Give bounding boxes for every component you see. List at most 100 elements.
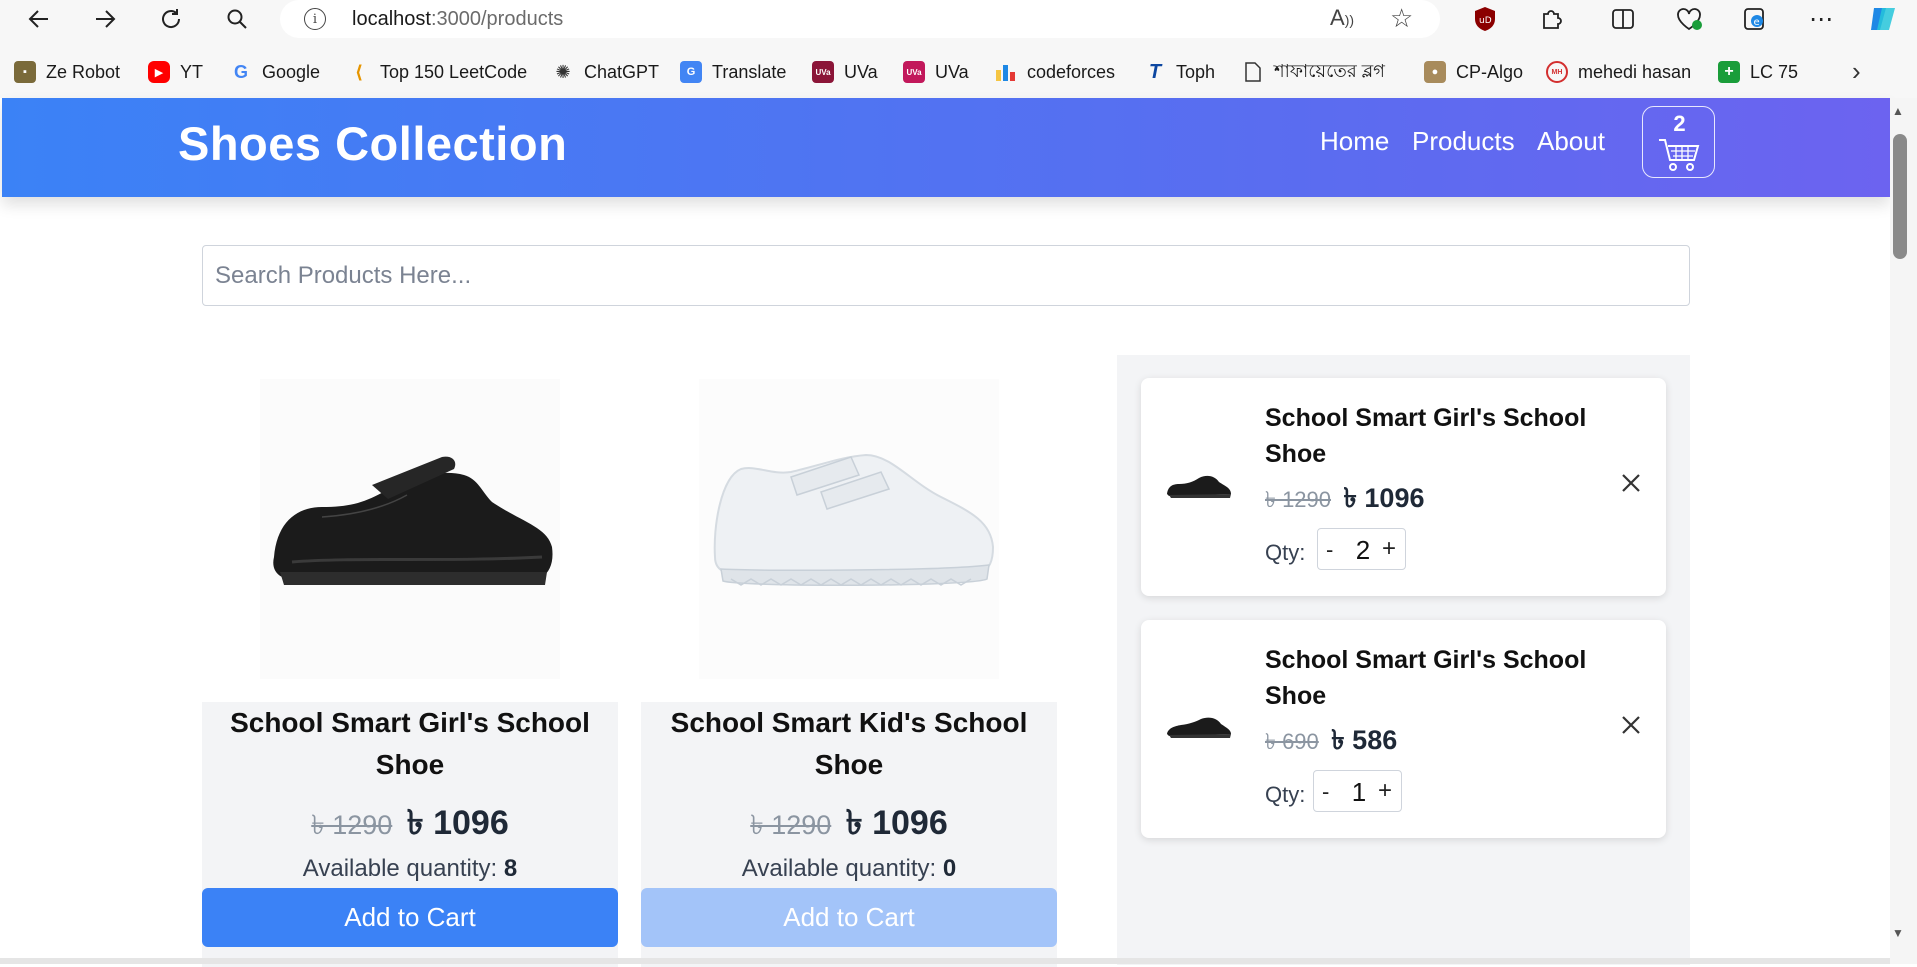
scroll-down-icon[interactable]: ▼ — [1892, 926, 1904, 940]
collections-icon[interactable]: e — [1740, 4, 1770, 34]
url-text[interactable]: localhost:3000/products — [352, 8, 563, 31]
mehedi-icon: MH — [1546, 61, 1568, 83]
page-icon — [1242, 61, 1264, 83]
available-value: 8 — [503, 855, 518, 882]
bookmark-lc-75[interactable]: + LC 75 — [1718, 60, 1798, 84]
product-title[interactable]: School Smart Girl's School Shoe — [212, 702, 608, 786]
add-to-cart-button[interactable]: Add to Cart — [202, 888, 618, 947]
cart-button[interactable]: 2 — [1642, 106, 1715, 178]
shopping-cart-icon — [1659, 139, 1700, 171]
bookmark-ze-robot[interactable]: ▪ Ze Robot — [14, 60, 120, 84]
search-icon[interactable] — [222, 4, 252, 34]
product-card: School Smart Girl's School Shoe ৳ 1290 ৳… — [202, 357, 618, 967]
cp-algo-icon: ● — [1424, 61, 1446, 83]
google-icon: G — [233, 61, 248, 82]
ublock-icon[interactable]: uD — [1470, 4, 1500, 34]
cart-item: School Smart Girl's School Shoe ৳ 690 ৳ … — [1141, 620, 1666, 838]
bookmark-mehedi-hasan[interactable]: MH mehedi hasan — [1546, 60, 1691, 84]
white-shoe-image — [699, 379, 999, 679]
back-icon[interactable] — [24, 4, 54, 34]
nav-about[interactable]: About — [1537, 126, 1605, 157]
url-path: :3000/products — [430, 8, 564, 30]
decrease-qty-button[interactable]: - — [1326, 537, 1333, 563]
favorite-star-icon[interactable]: ☆ — [1390, 3, 1413, 34]
bookmark-label: CP-Algo — [1456, 61, 1524, 82]
bookmark-label: UVa — [844, 61, 878, 82]
browser-essentials-icon[interactable] — [1674, 4, 1704, 34]
add-to-cart-button-disabled[interactable]: Add to Cart — [641, 888, 1057, 947]
sale-price: ৳ 1096 — [845, 804, 948, 842]
original-price: ৳ 1290 — [311, 810, 393, 840]
bookmark-yt[interactable]: ▶ YT — [148, 60, 203, 84]
bookmark-label: শাফায়েতের ব্লগ — [1274, 60, 1385, 81]
chevron-right-icon[interactable]: › — [1852, 56, 1861, 87]
sale-price: ৳ 1096 — [1343, 483, 1425, 513]
decrease-qty-button[interactable]: - — [1322, 779, 1329, 805]
available-label: Available quantity: — [741, 855, 937, 882]
black-shoe-image — [260, 379, 560, 679]
bookmark-label: codeforces — [1027, 61, 1116, 82]
svg-text:e: e — [1754, 17, 1760, 28]
increase-qty-button[interactable]: + — [1378, 777, 1392, 805]
bookmark-chatgpt[interactable]: ✺ ChatGPT — [552, 60, 659, 84]
qty-value[interactable]: 1 — [1344, 777, 1374, 808]
site-header: Shoes Collection Home Products About 2 — [2, 98, 1890, 197]
bookmark-uva[interactable]: UVa UVa — [903, 60, 969, 84]
available-label: Available quantity: — [302, 855, 498, 882]
search-input[interactable] — [202, 245, 1690, 306]
scrollbar-thumb[interactable] — [1893, 134, 1907, 259]
nav-home[interactable]: Home — [1320, 126, 1389, 157]
reload-icon[interactable] — [156, 4, 186, 34]
increase-qty-button[interactable]: + — [1382, 535, 1396, 563]
quantity-stepper: - 1 + — [1313, 770, 1402, 812]
product-image[interactable] — [641, 357, 1057, 702]
qty-label: Qty: — [1265, 782, 1306, 807]
available-quantity: Available quantity: 8 — [202, 855, 618, 883]
cart-count-badge: 2 — [1673, 111, 1686, 136]
more-menu-icon[interactable]: ⋯ — [1806, 4, 1836, 34]
bookmark-top-150-leetcode[interactable]: ⟨ Top 150 LeetCode — [348, 60, 527, 84]
bookmark-uva-hunting[interactable]: UVa UVa — [812, 60, 878, 84]
product-card: School Smart Kid's School Shoe ৳ 1290 ৳ … — [641, 357, 1057, 967]
scroll-up-icon[interactable]: ▲ — [1892, 104, 1904, 118]
bookmarks-bar: ▪ Ze Robot ▶ YT G Google ⟨ Top 150 LeetCode … — [0, 52, 1917, 88]
cart-item-price: ৳ 1290 ৳ 1096 — [1265, 478, 1424, 523]
bookmark-cp-algo[interactable]: ● CP-Algo — [1424, 60, 1523, 84]
browser-chrome: i localhost:3000/products A)) ☆ uD e ⋯ ▪… — [0, 0, 1917, 98]
copilot-icon[interactable] — [1868, 4, 1898, 34]
cart-panel: School Smart Girl's School Shoe ৳ 1290 ৳… — [1117, 355, 1690, 965]
bookmark-translate[interactable]: G Translate — [680, 60, 786, 84]
browser-toolbar: i localhost:3000/products A)) ☆ uD e ⋯ — [0, 0, 1917, 38]
translate-icon: G — [680, 61, 702, 83]
toph-icon: T — [1148, 60, 1162, 83]
close-icon[interactable] — [1616, 710, 1646, 740]
bookmark-codeforces[interactable]: codeforces — [995, 60, 1115, 84]
sale-price: ৳ 586 — [1331, 725, 1398, 755]
original-price: ৳ 1290 — [750, 810, 832, 840]
bookmark-label: LC 75 — [1750, 61, 1799, 82]
youtube-icon: ▶ — [148, 61, 170, 83]
bookmark-google[interactable]: G Google — [230, 60, 320, 84]
extensions-icon[interactable] — [1536, 4, 1566, 34]
bookmark-shafayet-blog[interactable]: শাফায়েতের ব্লগ — [1242, 60, 1385, 84]
qty-value[interactable]: 2 — [1348, 535, 1378, 566]
brand-title[interactable]: Shoes Collection — [178, 116, 567, 171]
original-price: ৳ 690 — [1265, 729, 1319, 754]
forward-icon[interactable] — [90, 4, 120, 34]
site-info-icon[interactable]: i — [304, 8, 326, 30]
address-bar[interactable]: i localhost:3000/products A)) ☆ — [280, 0, 1440, 38]
page-bottom-edge — [0, 958, 1890, 964]
product-title[interactable]: School Smart Kid's School Shoe — [651, 702, 1047, 786]
cart-item-thumbnail — [1167, 717, 1231, 738]
close-icon[interactable] — [1616, 468, 1646, 498]
bookmark-label: mehedi hasan — [1578, 61, 1692, 82]
bookmark-toph[interactable]: T Toph — [1144, 60, 1215, 84]
bookmark-label: ChatGPT — [584, 61, 660, 82]
available-value: 0 — [942, 855, 957, 882]
lc75-icon: + — [1718, 61, 1740, 83]
split-screen-icon[interactable] — [1608, 4, 1638, 34]
product-image[interactable] — [202, 357, 618, 702]
read-aloud-icon[interactable]: A)) — [1330, 5, 1354, 31]
nav-products[interactable]: Products — [1412, 126, 1515, 157]
available-quantity: Available quantity: 0 — [641, 855, 1057, 883]
